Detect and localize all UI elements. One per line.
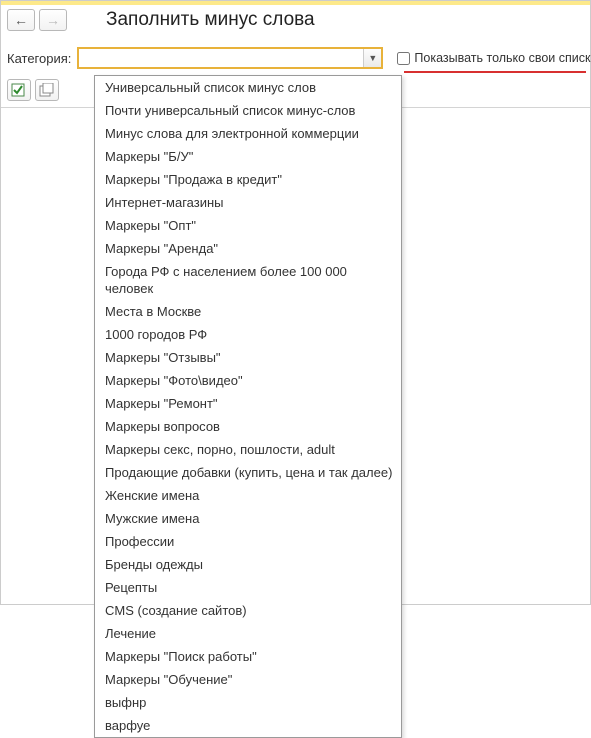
own-lists-checkbox-wrap[interactable]: Показывать только свои списки bbox=[397, 51, 591, 65]
back-button[interactable]: ← bbox=[7, 9, 35, 31]
dropdown-item[interactable]: 1000 городов РФ bbox=[95, 323, 401, 346]
check-all-button[interactable] bbox=[7, 79, 31, 101]
dropdown-item[interactable]: Маркеры "Фото\видео" bbox=[95, 369, 401, 392]
category-combobox[interactable]: ▼ bbox=[77, 47, 383, 69]
dropdown-item[interactable]: Мужские имена bbox=[95, 507, 401, 530]
own-lists-label: Показывать только свои списки bbox=[414, 51, 591, 65]
dropdown-item[interactable]: Бренды одежды bbox=[95, 553, 401, 576]
dropdown-item[interactable]: Женские имена bbox=[95, 484, 401, 507]
dropdown-item[interactable]: Интернет-магазины bbox=[95, 191, 401, 214]
category-dropdown-button[interactable]: ▼ bbox=[363, 49, 381, 67]
dropdown-item[interactable]: Места в Москве bbox=[95, 300, 401, 323]
chevron-down-icon: ▼ bbox=[368, 53, 377, 63]
check-all-icon bbox=[11, 83, 27, 97]
dropdown-item[interactable]: Маркеры "Обучение" bbox=[95, 668, 401, 691]
dropdown-item[interactable]: Маркеры "Поиск работы" bbox=[95, 645, 401, 668]
uncheck-all-icon bbox=[39, 83, 55, 97]
category-label: Категория: bbox=[7, 51, 71, 66]
dropdown-item[interactable]: Минус слова для электронной коммерции bbox=[95, 122, 401, 145]
category-input[interactable] bbox=[79, 49, 363, 67]
dropdown-item[interactable]: Маркеры вопросов bbox=[95, 415, 401, 438]
dropdown-item[interactable]: Универсальный список минус слов bbox=[95, 76, 401, 99]
dropdown-item[interactable]: Лечение bbox=[95, 622, 401, 645]
dropdown-item[interactable]: Маркеры "Б/У" bbox=[95, 145, 401, 168]
dropdown-item[interactable]: Маркеры секс, порно, пошлости, adult bbox=[95, 438, 401, 461]
dropdown-item[interactable]: Маркеры "Отзывы" bbox=[95, 346, 401, 369]
dropdown-item[interactable]: Города РФ с населением более 100 000 чел… bbox=[95, 260, 401, 300]
arrow-left-icon: ← bbox=[14, 12, 28, 28]
dropdown-item[interactable]: Маркеры "Ремонт" bbox=[95, 392, 401, 415]
uncheck-all-button[interactable] bbox=[35, 79, 59, 101]
dropdown-item[interactable]: варфуе bbox=[95, 714, 401, 737]
dropdown-item[interactable]: Маркеры "Аренда" bbox=[95, 237, 401, 260]
page-title: Заполнить минус слова bbox=[106, 9, 315, 31]
dropdown-item[interactable]: CMS (создание сайтов) bbox=[95, 599, 401, 622]
own-lists-checkbox[interactable] bbox=[397, 52, 410, 65]
dropdown-item[interactable]: Маркеры "Продажа в кредит" bbox=[95, 168, 401, 191]
forward-button[interactable]: → bbox=[39, 9, 67, 31]
dropdown-item[interactable]: выфнр bbox=[95, 691, 401, 714]
nav-toolbar: ← → Заполнить минус слова bbox=[1, 5, 590, 31]
dropdown-item[interactable]: Маркеры "Опт" bbox=[95, 214, 401, 237]
dropdown-item[interactable]: Почти универсальный список минус-слов bbox=[95, 99, 401, 122]
highlight-underline bbox=[404, 71, 586, 73]
arrow-right-icon: → bbox=[46, 12, 60, 28]
category-dropdown: Универсальный список минус словПочти уни… bbox=[94, 75, 402, 738]
category-row: Категория: ▼ Показывать только свои спис… bbox=[1, 31, 590, 73]
dropdown-item[interactable]: Продающие добавки (купить, цена и так да… bbox=[95, 461, 401, 484]
dropdown-item[interactable]: Профессии bbox=[95, 530, 401, 553]
dropdown-item[interactable]: Рецепты bbox=[95, 576, 401, 599]
